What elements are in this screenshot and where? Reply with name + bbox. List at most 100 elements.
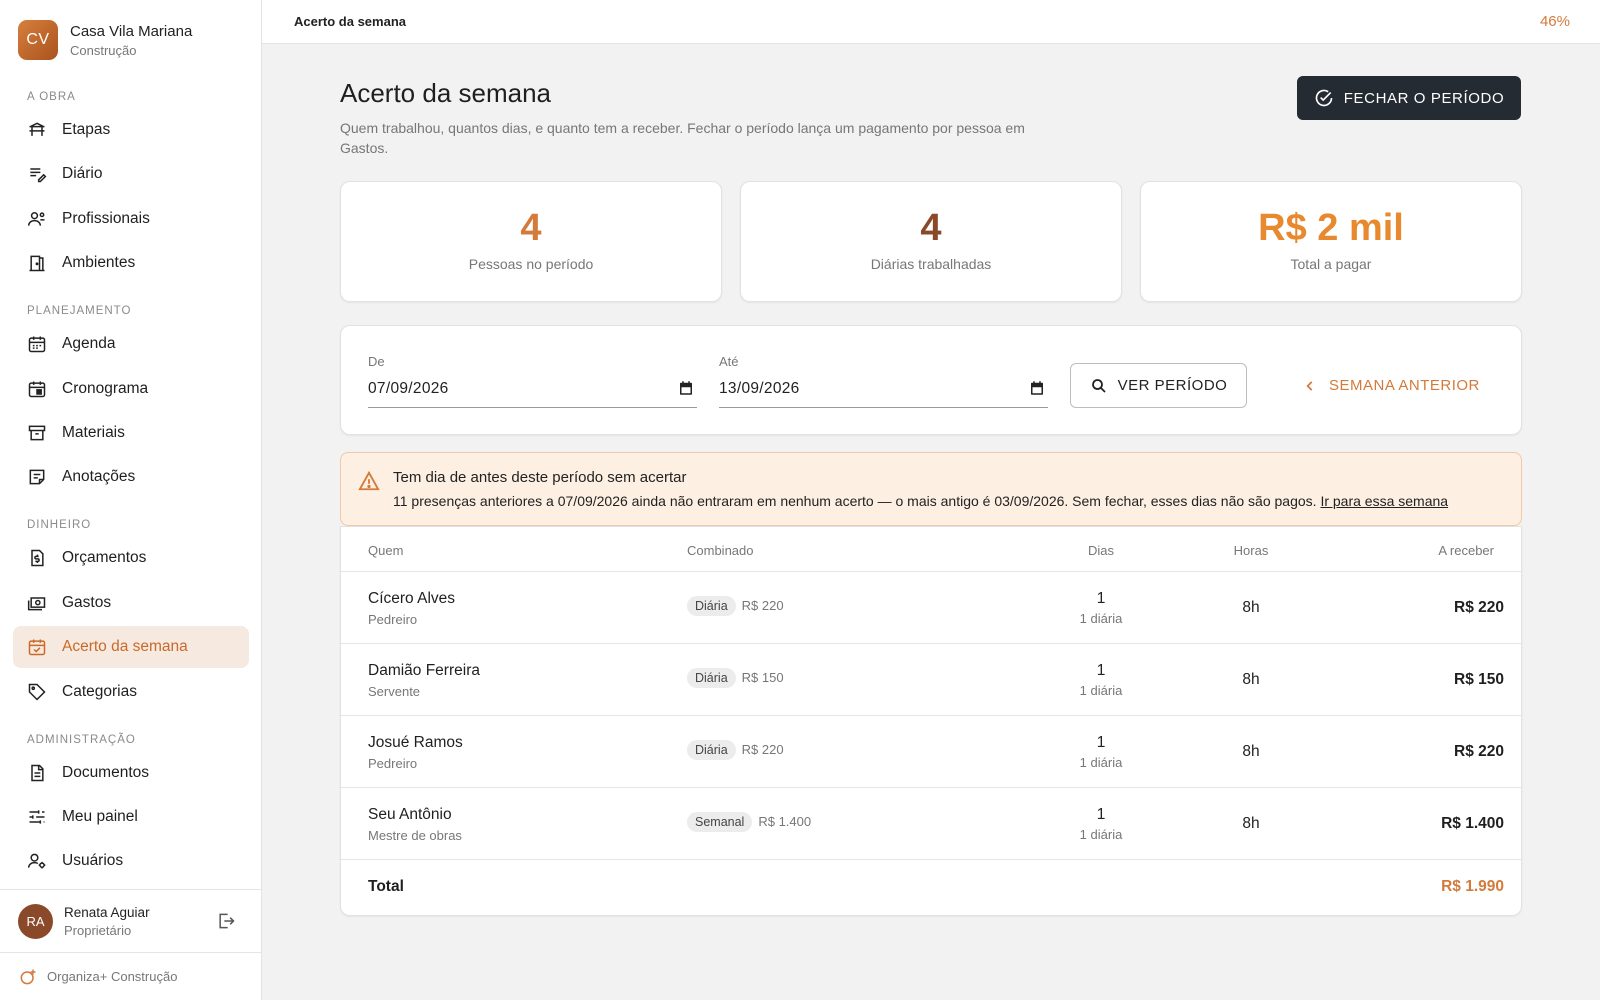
days-count: 1 <box>1096 662 1106 679</box>
view-period-label: VER PERÍODO <box>1117 377 1228 394</box>
chevron-left-icon <box>1306 380 1313 391</box>
stat-card-total: R$ 2 mil Total a pagar <box>1140 181 1522 302</box>
days-count: 1 <box>1096 734 1106 751</box>
column-header-deal: Combinado <box>687 543 754 558</box>
nav-section-title: PLANEJAMENTO <box>27 305 132 318</box>
calendar-icon <box>28 336 46 353</box>
column-header-amount: A receber <box>1438 543 1494 558</box>
sidebar-item-ambientes[interactable]: Ambientes <box>13 242 249 284</box>
calendar-check-icon <box>28 639 46 656</box>
period-filter: De 07/09/2026 Até 13/09/2026 VER PERÍODO… <box>340 325 1522 435</box>
worker-name: Damião Ferreira <box>368 662 480 679</box>
pay-rate: R$ 150 <box>741 670 784 685</box>
brand-name: Casa Vila Mariana <box>70 22 193 40</box>
brand-logo: CV <box>18 20 58 60</box>
date-from-field[interactable]: De 07/09/2026 <box>368 354 697 408</box>
sidebar-item-diario[interactable]: Diário <box>13 153 249 195</box>
pay-type-badge: Diária <box>687 596 736 616</box>
brand[interactable]: CV Casa Vila Mariana Construção <box>18 20 192 60</box>
sidebar-item-profissionais[interactable]: Profissionais <box>13 198 249 240</box>
sidebar-item-categorias[interactable]: Categorias <box>13 671 249 713</box>
table-row[interactable]: Josué Ramos Pedreiro Diária R$ 220 1 1 di… <box>341 716 1521 788</box>
table-total-row: Total R$ 1.990 <box>341 860 1521 913</box>
sidebar-item-acerto-da-semana[interactable]: Acerto da semana <box>13 626 249 669</box>
column-header-hours: Horas <box>1233 543 1269 558</box>
sidebar-item-orcamentos[interactable]: Orçamentos <box>13 537 249 579</box>
sidebar-item-label: Materiais <box>62 423 125 441</box>
date-to-field[interactable]: Até 13/09/2026 <box>719 354 1048 408</box>
calendar-icon[interactable] <box>1028 379 1046 397</box>
stat-value: 4 <box>920 207 942 249</box>
amount-value: R$ 220 <box>1454 743 1504 760</box>
sidebar-item-label: Cronograma <box>62 379 149 397</box>
stat-value: 4 <box>520 207 542 249</box>
unsettled-days-alert: Tem dia de antes deste período sem acert… <box>340 452 1522 526</box>
sidebar-item-materiais[interactable]: Materiais <box>13 412 249 454</box>
worker-role: Pedreiro <box>368 756 418 771</box>
user-role: Proprietário <box>64 922 132 938</box>
view-period-button[interactable]: VER PERÍODO <box>1070 363 1247 408</box>
stat-label: Total a pagar <box>1290 256 1372 272</box>
worker-role: Mestre de obras <box>368 828 462 843</box>
sidebar-item-label: Categorias <box>62 682 137 700</box>
settlement-table: Quem Combinado Dias Horas A receber Cíce… <box>340 526 1522 916</box>
pay-type-badge: Diária <box>687 668 736 688</box>
sidebar-item-label: Etapas <box>62 121 111 138</box>
days-detail: 1 diária <box>1079 755 1123 770</box>
go-to-week-link[interactable]: Ir para essa semana <box>1320 493 1448 509</box>
page-description: Quem trabalhou, quantos dias, e quanto t… <box>340 120 1025 156</box>
worker-role: Pedreiro <box>368 612 418 627</box>
nav-section-title: DINHEIRO <box>27 519 92 532</box>
date-from-value[interactable]: 07/09/2026 <box>368 380 449 398</box>
alert-body: 11 presenças anteriores a 07/09/2026 ain… <box>393 493 1448 509</box>
days-detail: 1 diária <box>1079 683 1123 698</box>
date-from-label: De <box>368 354 385 369</box>
days-count: 1 <box>1096 806 1106 823</box>
hours-value: 8h <box>1242 815 1260 832</box>
nav-section-title: A OBRA <box>27 91 76 103</box>
sidebar-item-agenda[interactable]: Agenda <box>13 323 249 365</box>
table-row[interactable]: Damião Ferreira Servente Diária R$ 150 1 … <box>341 644 1521 716</box>
user-name: Renata Aguiar <box>64 904 150 920</box>
table-row[interactable]: Seu Antônio Mestre de obras Semanal R$ 1.… <box>341 788 1521 860</box>
close-period-button[interactable]: FECHAR O PERÍODO <box>1297 76 1521 120</box>
diary-icon <box>30 168 47 183</box>
sidebar: CV Casa Vila Mariana Construção A OBRA E… <box>0 0 262 1000</box>
workers-icon <box>27 211 45 226</box>
sidebar-item-etapas[interactable]: Etapas <box>13 109 249 151</box>
stat-value: R$ 2 mil <box>1258 207 1404 249</box>
sidebar-item-label: Usuários <box>62 852 124 870</box>
hours-value: 8h <box>1242 599 1260 616</box>
sidebar-item-meu-painel[interactable]: Meu painel <box>13 796 249 838</box>
sidebar-item-gastos[interactable]: Gastos <box>13 582 249 624</box>
sidebar-item-label: Ambientes <box>62 254 136 272</box>
pay-rate: R$ 1.400 <box>758 814 812 829</box>
nav-section-title: ADMINISTRAÇÃO <box>27 733 136 746</box>
page-title: Acerto da semana <box>340 78 552 108</box>
sidebar-item-label: Documentos <box>62 763 150 781</box>
date-to-value[interactable]: 13/09/2026 <box>719 380 800 398</box>
worker-name: Cícero Alves <box>368 590 456 607</box>
sidebar-item-anotacoes[interactable]: Anotações <box>13 456 249 498</box>
calendar-icon[interactable] <box>677 379 695 397</box>
document-icon <box>31 764 44 781</box>
budget-icon <box>31 550 44 567</box>
topbar-title: Acerto da semana <box>294 14 406 29</box>
stat-label: Pessoas no período <box>468 256 594 272</box>
sidebar-item-cronograma[interactable]: Cronograma <box>13 368 249 410</box>
sidebar-item-documentos[interactable]: Documentos <box>13 752 249 794</box>
worker-role: Servente <box>368 684 421 699</box>
amount-value: R$ 150 <box>1454 671 1504 688</box>
previous-week-button[interactable]: SEMANA ANTERIOR <box>1291 363 1492 408</box>
total-value: R$ 1.990 <box>1441 878 1504 895</box>
alert-message: 11 presenças anteriores a 07/09/2026 ain… <box>393 493 1321 509</box>
logout-icon[interactable] <box>216 911 236 931</box>
sidebar-item-label: Meu painel <box>62 807 138 825</box>
hours-value: 8h <box>1242 743 1260 760</box>
user-profile[interactable]: RA Renata Aguiar Proprietário <box>0 889 261 952</box>
sidebar-item-usuarios[interactable]: Usuários <box>13 840 249 882</box>
topbar: Acerto da semana 46% <box>262 0 1600 44</box>
table-row[interactable]: Cícero Alves Pedreiro Diária R$ 220 1 1 d… <box>341 572 1521 644</box>
sliders-icon <box>29 810 45 824</box>
close-period-label: FECHAR O PERÍODO <box>1343 89 1505 107</box>
